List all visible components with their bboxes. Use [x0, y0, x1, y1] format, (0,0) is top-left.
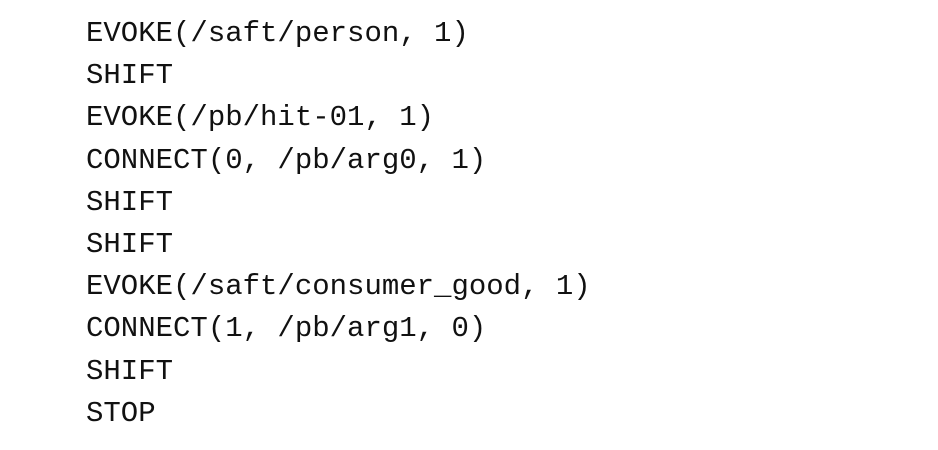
code-line: EVOKE(/saft/person, 1)	[86, 17, 469, 50]
code-line: CONNECT(1, /pb/arg1, 0)	[86, 312, 487, 346]
code-listing: EVOKE(/saft/person, 1) SHIFT EVOKE(/pb/h…	[86, 13, 591, 435]
code-line: STOP	[86, 396, 156, 430]
code-line: CONNECT(0, /pb/arg0, 1)	[86, 143, 487, 177]
code-line: SHIFT	[86, 185, 174, 219]
code-line: EVOKE(/saft/consumer_good, 1)	[86, 270, 591, 304]
code-line: SHIFT	[86, 354, 174, 388]
code-line: SHIFT	[86, 59, 174, 93]
code-line: SHIFT	[86, 227, 174, 261]
code-line: EVOKE(/pb/hit-01, 1)	[86, 101, 435, 135]
